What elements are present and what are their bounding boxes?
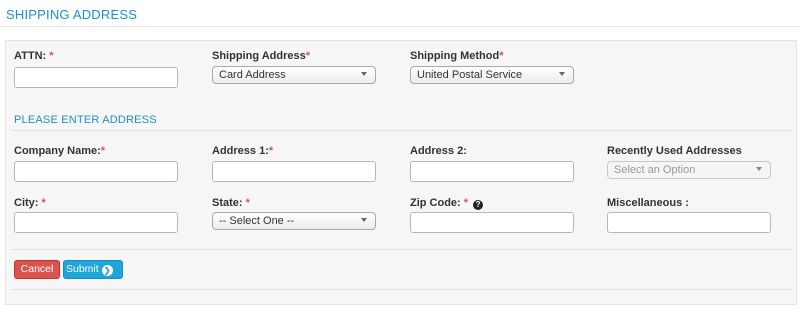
attn-input[interactable] [14,67,178,88]
miscellaneous-input[interactable] [607,212,771,233]
state-select[interactable]: -- Select One -- [212,212,376,230]
shipping-form-panel: ATTN: * Shipping Address* Card Address S… [5,40,797,305]
required-marker: * [49,50,54,62]
recent-addresses-label: Recently Used Addresses [607,145,742,157]
state-field-group: State: * [212,196,250,210]
address1-input[interactable] [212,161,376,182]
shipping-method-field-group: Shipping Method* [410,49,503,63]
city-field-group: City: * [14,196,46,210]
address2-label: Address 2: [410,145,467,157]
submit-button[interactable]: Submit ❯ [63,260,123,279]
page-title: SHIPPING ADDRESS [6,7,138,22]
footer-divider [11,289,791,290]
miscellaneous-label: Miscellaneous : [607,197,689,209]
address1-field-group: Address 1:* [212,144,273,158]
zip-code-label: Zip Code: *? [410,196,484,210]
recent-addresses-select[interactable]: Select an Option [607,161,771,179]
chevron-right-circle-icon: ❯ [101,265,113,276]
title-divider [0,26,800,27]
address2-field-group: Address 2: [410,144,467,158]
zip-code-input[interactable] [410,212,574,233]
address2-input[interactable] [410,161,574,182]
recent-addresses-placeholder: Select an Option [614,164,696,176]
caret-down-icon [559,72,565,76]
shipping-address-select[interactable]: Card Address [212,66,376,84]
attn-label: ATTN: * [14,50,54,62]
actions-divider [11,249,791,250]
city-label: City: * [14,197,46,209]
state-label: State: * [212,197,250,209]
shipping-method-label: Shipping Method* [410,50,504,62]
question-circle-icon[interactable]: ? [473,200,484,210]
required-marker: * [41,197,46,209]
cancel-button[interactable]: Cancel [14,260,60,279]
state-value: -- Select One -- [219,215,295,227]
company-name-input[interactable] [14,161,178,182]
company-field-group: Company Name:* [14,144,105,158]
attn-field-group: ATTN: * [14,49,54,63]
shipping-address-label: Shipping Address* [212,50,310,62]
required-marker: * [305,50,310,62]
caret-down-icon [361,72,367,76]
zip-field-group: Zip Code: *? [410,196,484,210]
required-marker: * [245,197,250,209]
misc-field-group: Miscellaneous : [607,196,689,210]
recent-addresses-field-group: Recently Used Addresses [607,144,742,158]
submit-label: Submit [66,263,99,275]
address1-label: Address 1:* [212,145,274,157]
shipping-method-select[interactable]: United Postal Service [410,66,574,84]
required-marker: * [499,50,504,62]
required-marker: * [268,145,274,157]
caret-down-icon [361,218,367,222]
city-input[interactable] [14,212,178,233]
company-name-label: Company Name:* [14,145,106,157]
shipping-address-value: Card Address [219,69,286,81]
address-section-title: PLEASE ENTER ADDRESS [14,114,157,126]
shipping-address-field-group: Shipping Address* [212,49,310,63]
required-marker: * [463,197,469,209]
section-divider [11,130,791,131]
shipping-method-value: United Postal Service [417,69,523,81]
required-marker: * [100,145,106,157]
caret-down-icon [756,167,762,171]
